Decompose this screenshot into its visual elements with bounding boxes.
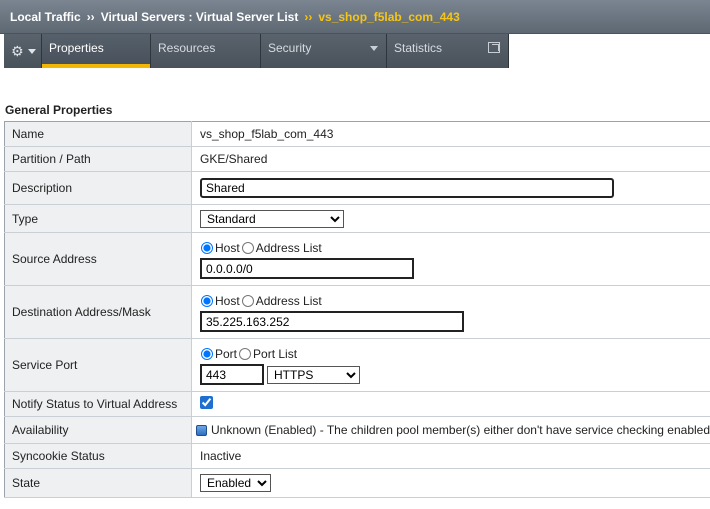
table-row: Service Port Port Port List HTTPS	[4, 338, 710, 392]
settings-menu-button[interactable]: ⚙	[4, 34, 42, 68]
tab-label: Statistics	[394, 41, 443, 55]
table-row: Availability Unknown (Enabled) - The chi…	[4, 416, 710, 444]
breadcrumb-local-traffic[interactable]: Local Traffic	[10, 10, 81, 24]
breadcrumb-separator: ››	[304, 9, 313, 24]
source-address-label: Source Address	[4, 232, 192, 286]
availability-label: Availability	[4, 416, 192, 444]
source-host-label: Host	[215, 240, 240, 255]
table-row: State Enabled	[4, 468, 710, 498]
tab-label: Properties	[49, 41, 104, 55]
general-properties-table: Name vs_shop_f5lab_com_443 Partition / P…	[4, 121, 710, 498]
tab-label: Security	[268, 41, 312, 55]
tab-label: Resources	[158, 41, 216, 55]
destination-host-label: Host	[215, 293, 240, 308]
notify-label: Notify Status to Virtual Address	[4, 391, 192, 417]
chevron-down-icon	[28, 49, 36, 54]
port-input[interactable]	[200, 364, 264, 385]
state-label: State	[4, 468, 192, 498]
partition-value: GKE/Shared	[191, 146, 710, 172]
destination-host-radio[interactable]	[201, 294, 213, 307]
service-port-label: Service Port	[4, 338, 192, 392]
port-list-label: Port List	[253, 346, 298, 361]
state-select[interactable]: Enabled	[200, 474, 271, 492]
breadcrumb-current: vs_shop_f5lab_com_443	[318, 9, 460, 24]
port-label: Port	[215, 346, 238, 361]
partition-label: Partition / Path	[4, 146, 192, 172]
tab-bar: ⚙ Properties Resources Security Statisti…	[4, 34, 509, 68]
port-radio[interactable]	[201, 347, 213, 360]
breadcrumb-separator: ››	[86, 9, 95, 24]
syncookie-value: Inactive	[191, 443, 710, 469]
availability-value: Unknown (Enabled) - The children pool me…	[211, 423, 710, 437]
source-address-input[interactable]	[200, 258, 414, 279]
port-service-select[interactable]: HTTPS	[267, 365, 360, 384]
destination-address-list-label: Address List	[255, 293, 322, 308]
type-label: Type	[4, 204, 192, 233]
gear-icon: ⚙	[11, 43, 24, 59]
description-input[interactable]	[200, 178, 614, 198]
destination-address-input[interactable]	[200, 311, 464, 332]
type-select[interactable]: Standard	[200, 209, 344, 228]
destination-address-list-radio[interactable]	[241, 294, 254, 307]
syncookie-label: Syncookie Status	[4, 443, 192, 469]
port-list-radio[interactable]	[239, 347, 252, 360]
tab-properties[interactable]: Properties	[42, 34, 151, 68]
table-row: Description	[4, 171, 710, 205]
name-label: Name	[4, 121, 192, 147]
availability-status-icon	[196, 425, 207, 436]
source-address-list-radio[interactable]	[241, 241, 254, 254]
table-row: Partition / Path GKE/Shared	[4, 146, 710, 172]
table-row: Type Standard	[4, 204, 710, 233]
breadcrumb-virtual-server-list[interactable]: Virtual Servers : Virtual Server List	[101, 10, 299, 24]
destination-label: Destination Address/Mask	[4, 285, 192, 339]
breadcrumb: Local Traffic ›› Virtual Servers : Virtu…	[0, 0, 710, 34]
notify-checkbox[interactable]	[200, 396, 213, 409]
name-value: vs_shop_f5lab_com_443	[191, 121, 710, 147]
description-label: Description	[4, 171, 192, 205]
table-row: Destination Address/Mask Host Address Li…	[4, 285, 710, 339]
table-row: Name vs_shop_f5lab_com_443	[4, 121, 710, 147]
table-row: Syncookie Status Inactive	[4, 443, 710, 469]
tab-statistics[interactable]: Statistics	[387, 34, 509, 68]
tab-security[interactable]: Security	[261, 34, 387, 68]
table-row: Source Address Host Address List	[4, 232, 710, 286]
popout-icon[interactable]	[488, 42, 500, 53]
chevron-down-icon	[370, 46, 378, 51]
source-host-radio[interactable]	[201, 241, 213, 254]
source-address-list-label: Address List	[255, 240, 322, 255]
table-row: Notify Status to Virtual Address	[4, 391, 710, 417]
tab-resources[interactable]: Resources	[151, 34, 261, 68]
section-title: General Properties	[5, 103, 113, 117]
